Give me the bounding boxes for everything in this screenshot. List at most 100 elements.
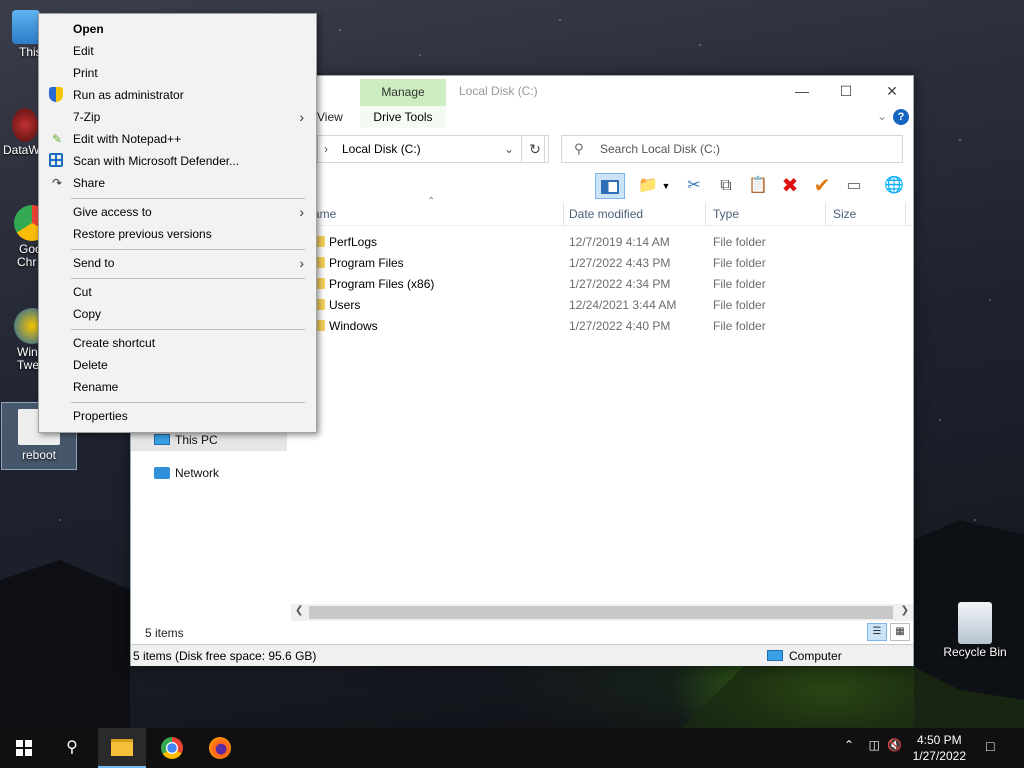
minimize-button[interactable]: — xyxy=(779,76,825,106)
nav-label: Network xyxy=(175,466,220,480)
file-row[interactable]: Windows 1/27/2022 4:40 PM File folder xyxy=(291,316,891,337)
new-folder-button[interactable]: 📁 xyxy=(635,173,661,199)
menu-item-create-shortcut[interactable]: Create shortcut xyxy=(39,332,316,354)
menu-item-rename[interactable]: Rename xyxy=(39,376,316,398)
scrollbar-thumb[interactable] xyxy=(309,606,893,619)
menu-item-print[interactable]: Print xyxy=(39,62,316,84)
computer-icon xyxy=(767,650,783,661)
file-type: File folder xyxy=(713,256,766,270)
ribbon-expand-icon[interactable]: ⌄ xyxy=(877,109,887,123)
menu-item-cut[interactable]: Cut xyxy=(39,281,316,303)
menu-label: Give access to xyxy=(73,205,152,219)
menu-item-properties[interactable]: Properties xyxy=(39,405,316,427)
cut-icon[interactable]: ✂ xyxy=(681,173,707,199)
column-size[interactable]: Size xyxy=(833,207,856,221)
file-date: 1/27/2022 4:40 PM xyxy=(569,319,671,333)
breadcrumb-arrow-icon: › xyxy=(324,142,328,156)
windows-logo-icon xyxy=(16,739,32,756)
menu-item-7-zip[interactable]: 7-Zip › xyxy=(39,106,316,128)
menu-label: Create shortcut xyxy=(73,336,156,350)
menu-label: Run as administrator xyxy=(73,88,184,102)
paste-icon[interactable]: 📋 xyxy=(745,173,771,199)
rename-check-icon[interactable]: ✔ xyxy=(809,173,835,199)
menu-item-edit-with-notepad[interactable]: ✎ Edit with Notepad++ xyxy=(39,128,316,150)
notification-icon[interactable]: □ xyxy=(986,738,1006,756)
horizontal-scrollbar[interactable]: ❮ ❯ xyxy=(291,604,913,621)
menu-label: Print xyxy=(73,66,98,80)
nav-network[interactable]: Network xyxy=(151,462,301,484)
maximize-button[interactable]: ☐ xyxy=(823,76,869,106)
item-count: 5 items xyxy=(145,626,184,640)
file-row[interactable]: Program Files (x86) 1/27/2022 4:34 PM Fi… xyxy=(291,274,891,295)
file-name: Program Files xyxy=(329,256,404,270)
window-title: Local Disk (C:) xyxy=(459,84,538,98)
start-button[interactable] xyxy=(0,728,48,768)
menu-label: Share xyxy=(73,176,106,190)
scroll-right-icon[interactable]: ❯ xyxy=(901,605,909,616)
tab-view[interactable]: View xyxy=(317,110,343,124)
large-icons-view-button[interactable]: ▦ xyxy=(890,623,910,641)
file-date: 12/7/2019 4:14 AM xyxy=(569,235,670,249)
close-button[interactable]: ✕ xyxy=(869,76,915,106)
search-icon: ⚲ xyxy=(574,141,584,156)
column-divider xyxy=(563,202,564,226)
menu-item-send-to[interactable]: Send to › xyxy=(39,252,316,274)
preview-pane-button[interactable] xyxy=(595,173,625,199)
tab-manage[interactable]: Manage xyxy=(360,79,446,106)
status-disk-space: 5 items (Disk free space: 95.6 GB) xyxy=(133,649,317,663)
desktop-icon-label: Recycle Bin xyxy=(943,645,1007,659)
desktop-icon-recycle-bin[interactable]: Recycle Bin xyxy=(936,602,1014,659)
menu-item-scan-defender[interactable]: Scan with Microsoft Defender... xyxy=(39,150,316,172)
address-bar[interactable]: › Local Disk (C:) ⌄ xyxy=(317,135,545,163)
scroll-left-icon[interactable]: ❮ xyxy=(295,605,303,616)
menu-label: Restore previous versions xyxy=(73,227,212,241)
menu-item-share[interactable]: ↷ Share xyxy=(39,172,316,194)
menu-item-delete[interactable]: Delete xyxy=(39,354,316,376)
new-folder-dropdown-icon[interactable]: ▼ xyxy=(659,173,673,199)
menu-item-copy[interactable]: Copy xyxy=(39,303,316,325)
search-button[interactable]: ⚲ xyxy=(48,728,96,768)
context-menu[interactable]: Open Edit Print Run as administrator 7-Z… xyxy=(38,13,317,433)
submenu-arrow-icon: › xyxy=(299,109,304,125)
search-icon: ⚲ xyxy=(66,739,78,756)
chrome-icon xyxy=(161,736,183,759)
column-date-modified[interactable]: Date modified xyxy=(569,207,643,221)
menu-item-restore-previous-versions[interactable]: Restore previous versions xyxy=(39,223,316,245)
copy-icon[interactable]: ⧉ xyxy=(713,173,739,199)
globe-icon[interactable]: 🌐 xyxy=(881,173,907,199)
menu-item-give-access-to[interactable]: Give access to › xyxy=(39,201,316,223)
menu-item-edit[interactable]: Edit xyxy=(39,40,316,62)
system-clock[interactable]: 4:50 PM 1/27/2022 xyxy=(913,732,966,764)
file-row[interactable]: PerfLogs 12/7/2019 4:14 AM File folder xyxy=(291,232,891,253)
column-type[interactable]: Type xyxy=(713,207,739,221)
taskbar-firefox[interactable] xyxy=(196,728,244,768)
column-header: ⌃ ame Date modified Type Size xyxy=(291,196,913,226)
tab-drive-tools[interactable]: Drive Tools xyxy=(360,106,446,128)
taskbar-chrome[interactable] xyxy=(148,728,196,768)
computer-icon xyxy=(12,10,40,44)
address-dropdown-icon[interactable]: ⌄ xyxy=(504,136,514,162)
menu-item-open[interactable]: Open xyxy=(39,18,316,40)
network-icon xyxy=(154,467,170,479)
volume-muted-icon[interactable]: 🔇 xyxy=(887,738,902,752)
delete-icon[interactable]: ✖ xyxy=(777,173,803,199)
file-name: PerfLogs xyxy=(329,235,378,249)
taskbar-file-explorer[interactable] xyxy=(98,728,146,768)
search-input[interactable]: ⚲ Search Local Disk (C:) xyxy=(561,135,903,163)
details-view-button[interactable]: ☰ xyxy=(867,623,887,641)
file-row[interactable]: Program Files 1/27/2022 4:43 PM File fol… xyxy=(291,253,891,274)
help-button[interactable]: ? xyxy=(893,109,909,125)
file-row[interactable]: Users 12/24/2021 3:44 AM File folder xyxy=(291,295,891,316)
menu-label: Delete xyxy=(73,358,108,372)
menu-separator xyxy=(71,329,305,330)
file-date: 1/27/2022 4:34 PM xyxy=(569,277,671,291)
menu-separator xyxy=(71,278,305,279)
menu-item-run-as-administrator[interactable]: Run as administrator xyxy=(39,84,316,106)
menu-label: Open xyxy=(73,22,104,36)
network-status-icon[interactable]: ◫ xyxy=(869,738,880,752)
refresh-button[interactable]: ↻ xyxy=(521,135,549,163)
menu-separator xyxy=(71,249,305,250)
tray-expand-icon[interactable]: ⌃ xyxy=(844,738,854,752)
taskbar: ⚲ ⌃ ◫ 🔇 4:50 PM 1/27/2022 □ xyxy=(0,728,1024,768)
properties-icon[interactable]: ▭ xyxy=(841,173,867,199)
